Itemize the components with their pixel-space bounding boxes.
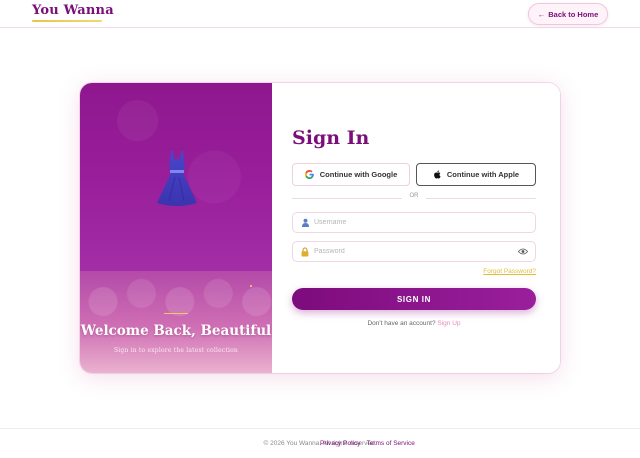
hero-panel: Welcome Back, Beautiful Sign in to explo… <box>80 83 272 373</box>
signup-prompt: Don't have an account? Sign Up <box>292 320 536 327</box>
dress-icon <box>157 151 197 206</box>
google-icon <box>304 170 314 179</box>
signin-title: Sign In <box>292 127 370 149</box>
hero-caption-area <box>80 271 272 373</box>
brand-logo[interactable]: You Wanna <box>32 3 114 18</box>
welcome-title: Welcome Back, Beautiful <box>80 323 272 339</box>
username-field[interactable] <box>292 212 536 233</box>
gold-divider <box>164 313 188 314</box>
signup-prompt-text: Don't have an account? <box>367 320 436 327</box>
footer-links: Privacy Policy Terms of Service <box>320 440 415 447</box>
password-field[interactable] <box>292 241 536 262</box>
apple-icon <box>434 170 441 179</box>
forgot-password-link[interactable]: Forgot Password? <box>483 268 536 275</box>
back-to-home-button[interactable]: ← Back to Home <box>528 3 608 25</box>
google-signin-button[interactable]: Continue with Google <box>292 163 410 186</box>
password-input[interactable] <box>314 244 504 259</box>
or-text: OR <box>409 193 419 199</box>
user-icon <box>300 217 310 228</box>
privacy-policy-link[interactable]: Privacy Policy <box>320 440 360 447</box>
eye-icon[interactable] <box>518 247 528 256</box>
google-button-label: Continue with Google <box>319 170 398 179</box>
signin-form-panel: Sign In Continue with Google Continue wi… <box>272 83 560 373</box>
apple-signin-button[interactable]: Continue with Apple <box>416 163 536 186</box>
login-card: Welcome Back, Beautiful Sign in to explo… <box>80 83 560 373</box>
signin-button[interactable]: SIGN IN <box>292 288 536 310</box>
welcome-subtitle: Sign in to explore the latest collection <box>113 347 238 354</box>
or-divider: OR <box>292 193 536 203</box>
arrow-left-icon: ← <box>537 9 546 19</box>
brand-underline <box>32 20 102 22</box>
terms-of-service-link[interactable]: Terms of Service <box>366 440 414 447</box>
username-input[interactable] <box>314 215 504 230</box>
signup-link[interactable]: Sign Up <box>437 320 460 327</box>
apple-button-label: Continue with Apple <box>446 170 520 179</box>
sparkle-decoration <box>250 285 252 287</box>
lock-icon <box>300 246 310 257</box>
back-to-home-label: Back to Home <box>548 9 599 19</box>
page-footer: © 2026 You Wanna. All rights reserved. P… <box>0 428 640 458</box>
top-header: You Wanna ← Back to Home <box>0 0 640 28</box>
